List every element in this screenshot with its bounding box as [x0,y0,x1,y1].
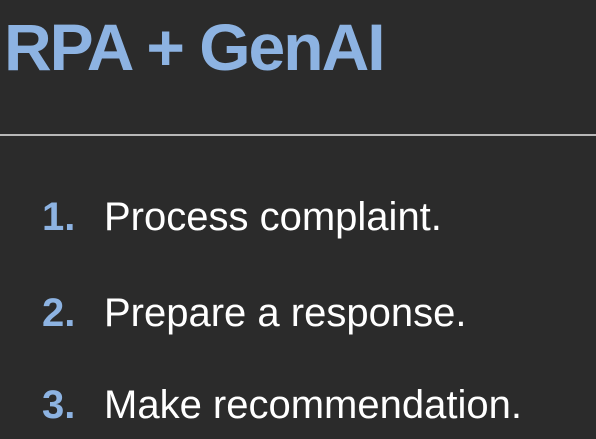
list-number: 3. [42,383,76,427]
list-number: 2. [42,291,76,335]
title-divider [0,134,596,136]
list-text: Process complaint. [104,195,442,239]
slide-title: RPA + GenAI [4,10,386,84]
list-text: Prepare a response. [104,291,467,335]
list-number: 1. [42,195,76,239]
list-item: 3. Make recommendation. [42,385,522,425]
list-text: Make recommendation. [104,383,522,427]
list-item: 2. Prepare a response. [42,293,466,333]
list-item: 1. Process complaint. [42,197,442,237]
